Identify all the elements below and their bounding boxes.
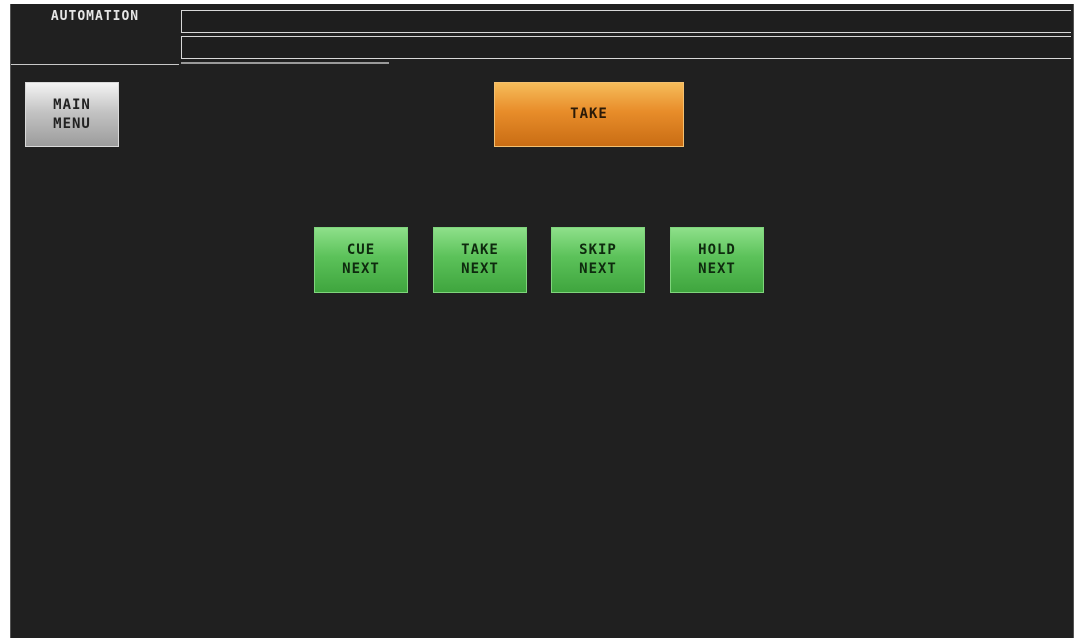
header-divider [181,62,389,64]
status-line-2 [181,36,1071,59]
cue-next-button[interactable]: CUE NEXT [314,227,408,293]
app-title: AUTOMATION [50,9,140,24]
title-area: AUTOMATION [11,4,179,65]
take-next-button[interactable]: TAKE NEXT [433,227,527,293]
take-button[interactable]: TAKE [494,82,684,147]
automation-screen: AUTOMATION MAIN MENU TAKE CUE NEXT TAKE … [10,4,1074,638]
status-line-1 [181,10,1071,33]
skip-next-button[interactable]: SKIP NEXT [551,227,645,293]
main-menu-button[interactable]: MAIN MENU [25,82,119,147]
hold-next-button[interactable]: HOLD NEXT [670,227,764,293]
